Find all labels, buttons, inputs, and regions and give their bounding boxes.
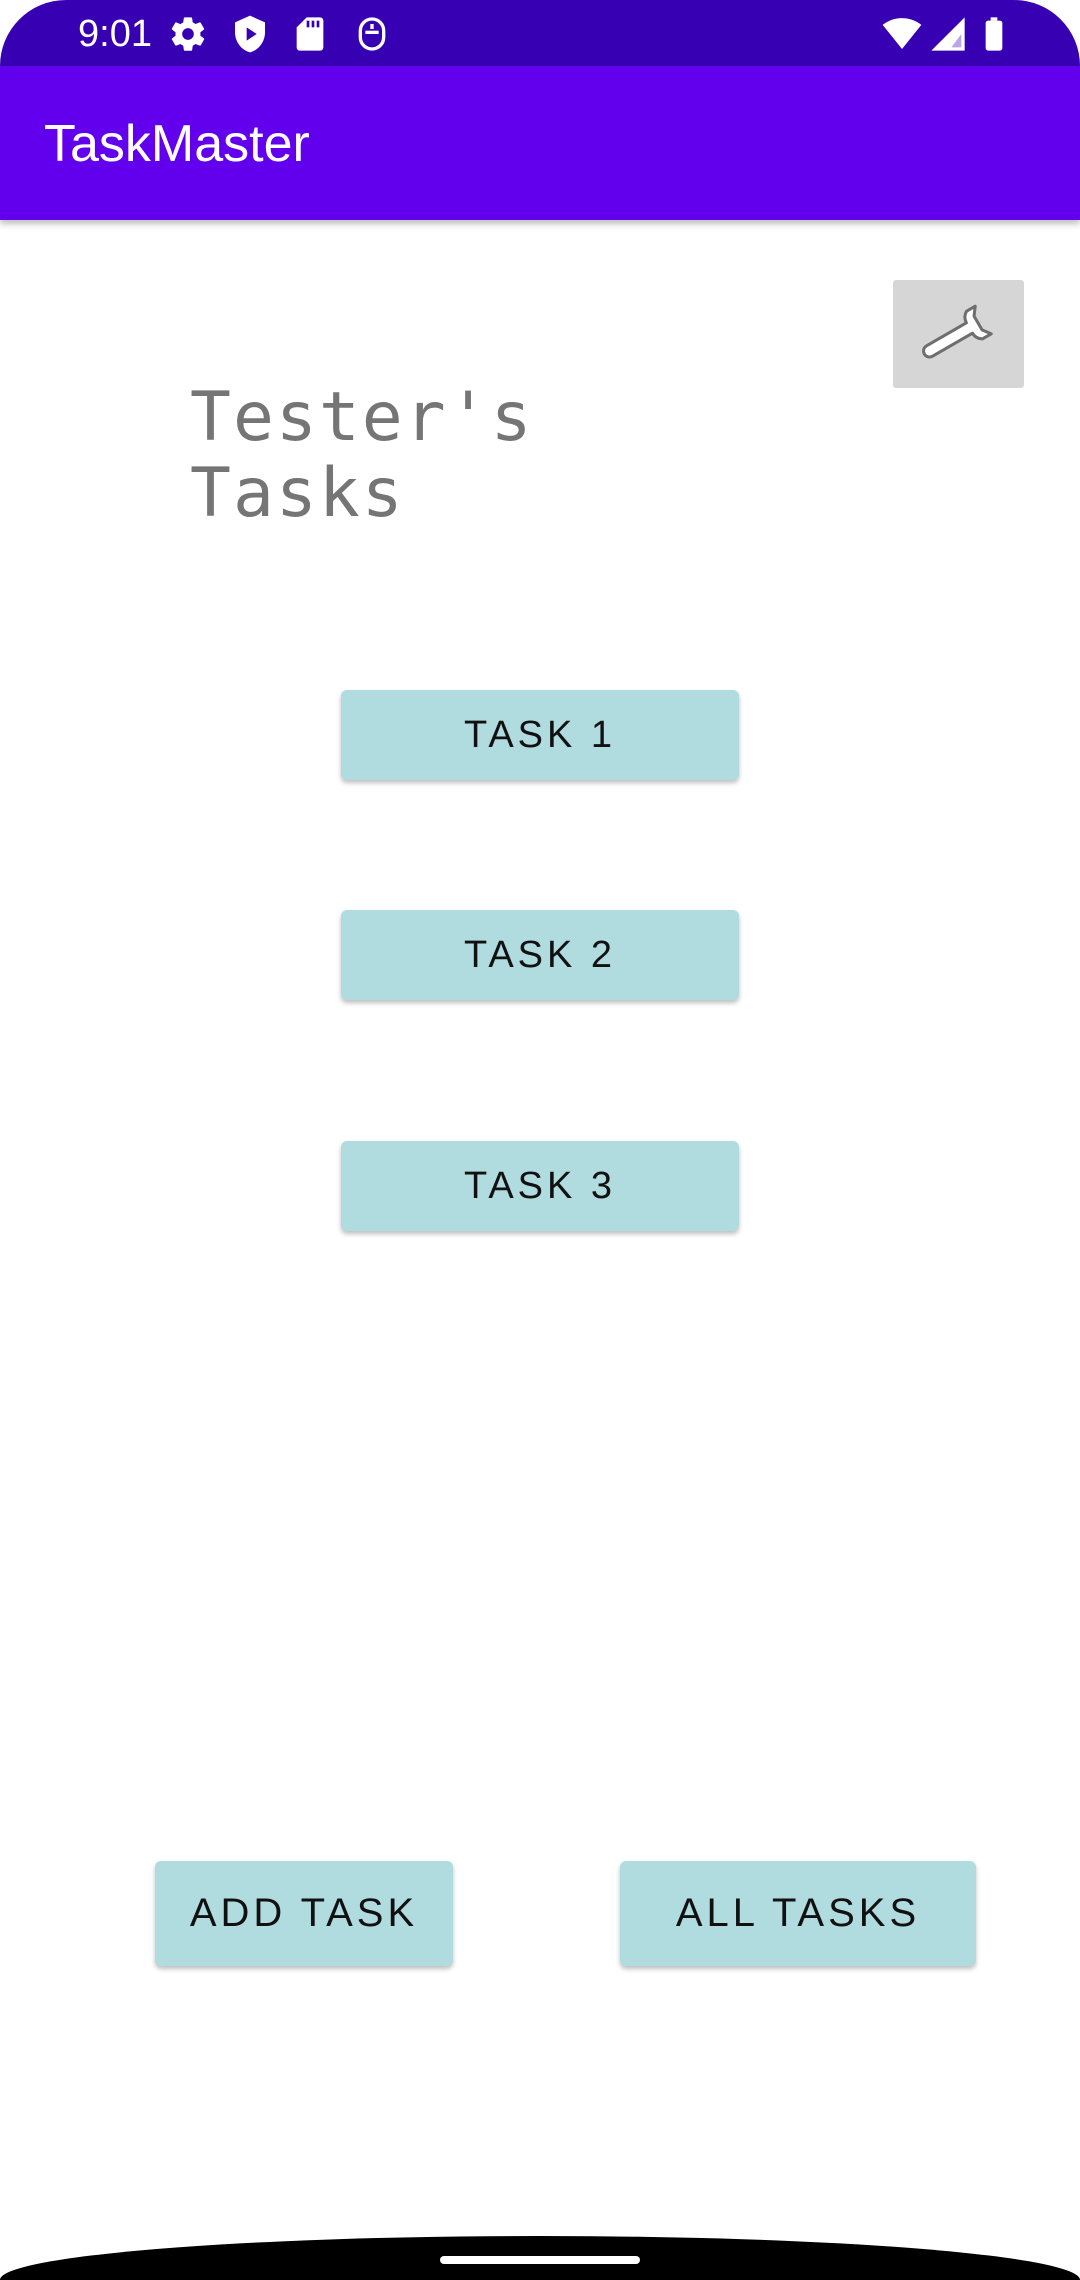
task-3-button[interactable]: TASK 3 bbox=[341, 1141, 739, 1231]
accessibility-icon bbox=[352, 14, 392, 54]
sd-card-icon bbox=[290, 14, 330, 54]
cell-signal-icon bbox=[928, 14, 968, 54]
screen: 9:01 TaskMaster Tester's Tasks TASK 1 TA… bbox=[0, 0, 1080, 2280]
battery-icon bbox=[974, 14, 1014, 54]
add-task-button[interactable]: ADD TASK bbox=[155, 1861, 453, 1966]
page-heading: Tester's Tasks bbox=[190, 378, 534, 533]
app-bar: TaskMaster bbox=[0, 66, 1080, 220]
app-title: TaskMaster bbox=[44, 115, 310, 173]
home-gesture-handle[interactable] bbox=[440, 2256, 640, 2264]
all-tasks-button[interactable]: ALL TASKS bbox=[620, 1861, 976, 1966]
wifi-icon bbox=[882, 14, 922, 54]
wrench-icon bbox=[921, 304, 993, 359]
task-1-button[interactable]: TASK 1 bbox=[341, 690, 739, 780]
settings-button[interactable] bbox=[893, 280, 1024, 388]
shield-play-icon bbox=[230, 14, 270, 54]
task-2-button[interactable]: TASK 2 bbox=[341, 910, 739, 1000]
status-bar: 9:01 bbox=[0, 0, 1080, 66]
settings-icon bbox=[168, 14, 208, 54]
status-time: 9:01 bbox=[78, 13, 152, 55]
